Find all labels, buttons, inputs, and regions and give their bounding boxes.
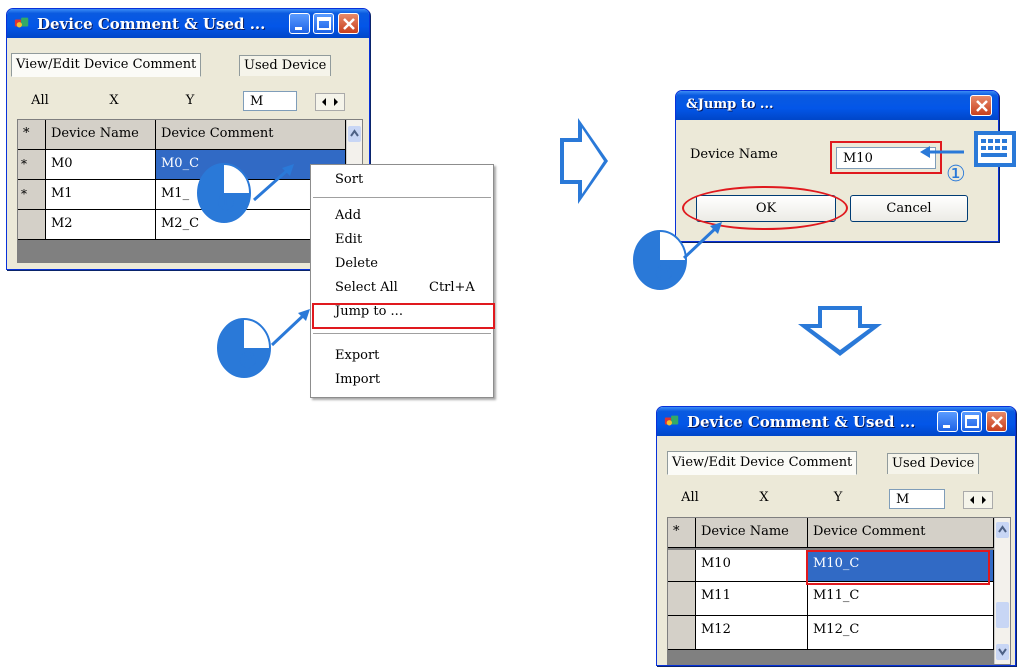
tab-label: View/Edit Device Comment — [16, 57, 197, 72]
col-device-comment-header[interactable]: Device Comment — [808, 518, 994, 548]
close-button[interactable] — [338, 13, 359, 34]
result-window: Device Comment & Used ... View/Edit Devi… — [656, 406, 1016, 666]
tab-used-device[interactable]: Used Device — [239, 55, 332, 76]
window-title: Device Comment & Used ... — [37, 15, 266, 33]
row-marker — [18, 210, 46, 240]
menu-item-add[interactable]: Add — [311, 204, 493, 228]
grid-header-row: * Device Name Device Comment — [668, 518, 1010, 548]
step-two-label: ② — [654, 262, 674, 287]
row-marker: * — [18, 150, 46, 180]
menu-item-select-all[interactable]: Select All Ctrl+A — [311, 276, 493, 300]
app-icon — [14, 17, 29, 28]
minimize-icon — [943, 425, 950, 428]
close-icon — [991, 416, 1003, 428]
scroll-arrows-icon — [970, 496, 986, 504]
menu-item-shortcut: Ctrl+A — [429, 280, 475, 295]
menu-item-label: Select All — [335, 280, 398, 295]
filter-y[interactable]: Y — [823, 487, 853, 509]
jump-to-highlight — [312, 303, 495, 329]
maximize-icon — [317, 17, 331, 30]
device-name-cell[interactable]: M2 — [46, 210, 156, 240]
dialog-title: &Jump to ... — [686, 97, 774, 112]
pointer-arrow-icon — [270, 309, 310, 347]
close-icon — [343, 18, 355, 30]
col-device-name-header[interactable]: Device Name — [696, 518, 808, 548]
window-title: Device Comment & Used ... — [687, 413, 916, 431]
grid-scrollbar[interactable] — [994, 518, 1010, 664]
minimize-button[interactable] — [289, 13, 310, 34]
grid-header-row: * Device Name Device Comment — [18, 120, 362, 150]
keyboard-icon — [974, 131, 1016, 167]
dialog-close-button[interactable] — [970, 95, 992, 116]
minimize-icon — [295, 27, 302, 30]
filter-scroll-arrows[interactable] — [963, 491, 993, 509]
device-comment-cell[interactable]: M11_C — [808, 582, 994, 616]
tab-label: View/Edit Device Comment — [672, 455, 853, 470]
arrow-right-icon — [560, 118, 608, 204]
device-comment-cell[interactable]: M12_C — [808, 616, 994, 650]
tab-used-device[interactable]: Used Device — [887, 453, 980, 474]
row-marker: * — [18, 180, 46, 210]
filter-x[interactable]: X — [749, 487, 779, 509]
device-name-cell[interactable]: M1 — [46, 180, 156, 210]
filter-all[interactable]: All — [25, 90, 55, 112]
filter-scroll-arrows[interactable] — [315, 93, 345, 111]
dialog-title-bar[interactable]: &Jump to ... — [676, 91, 998, 120]
row-marker — [668, 582, 696, 616]
device-name-cell[interactable]: M12 — [696, 616, 808, 650]
filter-m[interactable]: M — [889, 489, 945, 509]
device-name-label: Device Name — [690, 147, 778, 162]
scrollbar-icon — [996, 522, 1009, 660]
tab-label: Used Device — [244, 58, 327, 73]
close-icon — [976, 100, 988, 112]
pointer-arrow-icon — [920, 146, 964, 158]
title-bar[interactable]: Device Comment & Used ... — [657, 407, 1015, 436]
menu-separator — [313, 197, 491, 198]
scroll-arrows-icon — [322, 98, 338, 106]
result-highlight — [806, 550, 990, 585]
menu-separator — [313, 333, 491, 334]
filter-y[interactable]: Y — [175, 90, 205, 112]
maximize-button[interactable] — [313, 13, 334, 34]
table-row[interactable]: M12 M12_C — [668, 616, 1010, 650]
tab-view-edit[interactable]: View/Edit Device Comment — [11, 53, 202, 77]
minimize-button[interactable] — [937, 411, 958, 432]
tab-view-edit[interactable]: View/Edit Device Comment — [667, 451, 858, 475]
col-device-name-header[interactable]: Device Name — [46, 120, 156, 150]
device-name-cell[interactable]: M10 — [696, 550, 808, 582]
menu-item-export[interactable]: Export — [311, 344, 493, 368]
chevron-up-icon — [348, 126, 361, 142]
step-one-label: ① — [946, 162, 966, 187]
row-marker — [668, 550, 696, 582]
title-bar[interactable]: Device Comment & Used ... — [7, 9, 369, 38]
menu-item-delete[interactable]: Delete — [311, 252, 493, 276]
row-marker — [668, 616, 696, 650]
menu-item-sort[interactable]: Sort — [311, 168, 493, 192]
device-name-cell[interactable]: M0 — [46, 150, 156, 180]
comment-grid: * Device Name Device Comment M10 M10_C M… — [667, 517, 1011, 665]
menu-item-import[interactable]: Import — [311, 368, 493, 392]
col-marker-header: * — [668, 518, 696, 548]
table-row[interactable]: M11 M11_C — [668, 582, 1010, 616]
maximize-icon — [965, 415, 979, 428]
col-marker-header: * — [18, 120, 46, 150]
filter-x[interactable]: X — [99, 90, 129, 112]
arrow-down-icon — [798, 306, 882, 356]
app-icon — [664, 415, 679, 426]
filter-m[interactable]: M — [243, 91, 297, 111]
context-menu: Sort Add Edit Delete Select All Ctrl+A J… — [310, 164, 494, 398]
pointer-arrow-icon — [682, 222, 722, 260]
cancel-button[interactable]: Cancel — [850, 195, 968, 222]
close-button[interactable] — [986, 411, 1007, 432]
step-one-label: ① — [216, 191, 236, 216]
step-two-label: ② — [238, 349, 258, 374]
maximize-button[interactable] — [961, 411, 982, 432]
menu-item-edit[interactable]: Edit — [311, 228, 493, 252]
tab-label: Used Device — [892, 456, 975, 471]
filter-all[interactable]: All — [675, 487, 705, 509]
col-device-comment-header[interactable]: Device Comment — [156, 120, 346, 150]
pointer-arrow-icon — [253, 164, 294, 202]
device-name-cell[interactable]: M11 — [696, 582, 808, 616]
